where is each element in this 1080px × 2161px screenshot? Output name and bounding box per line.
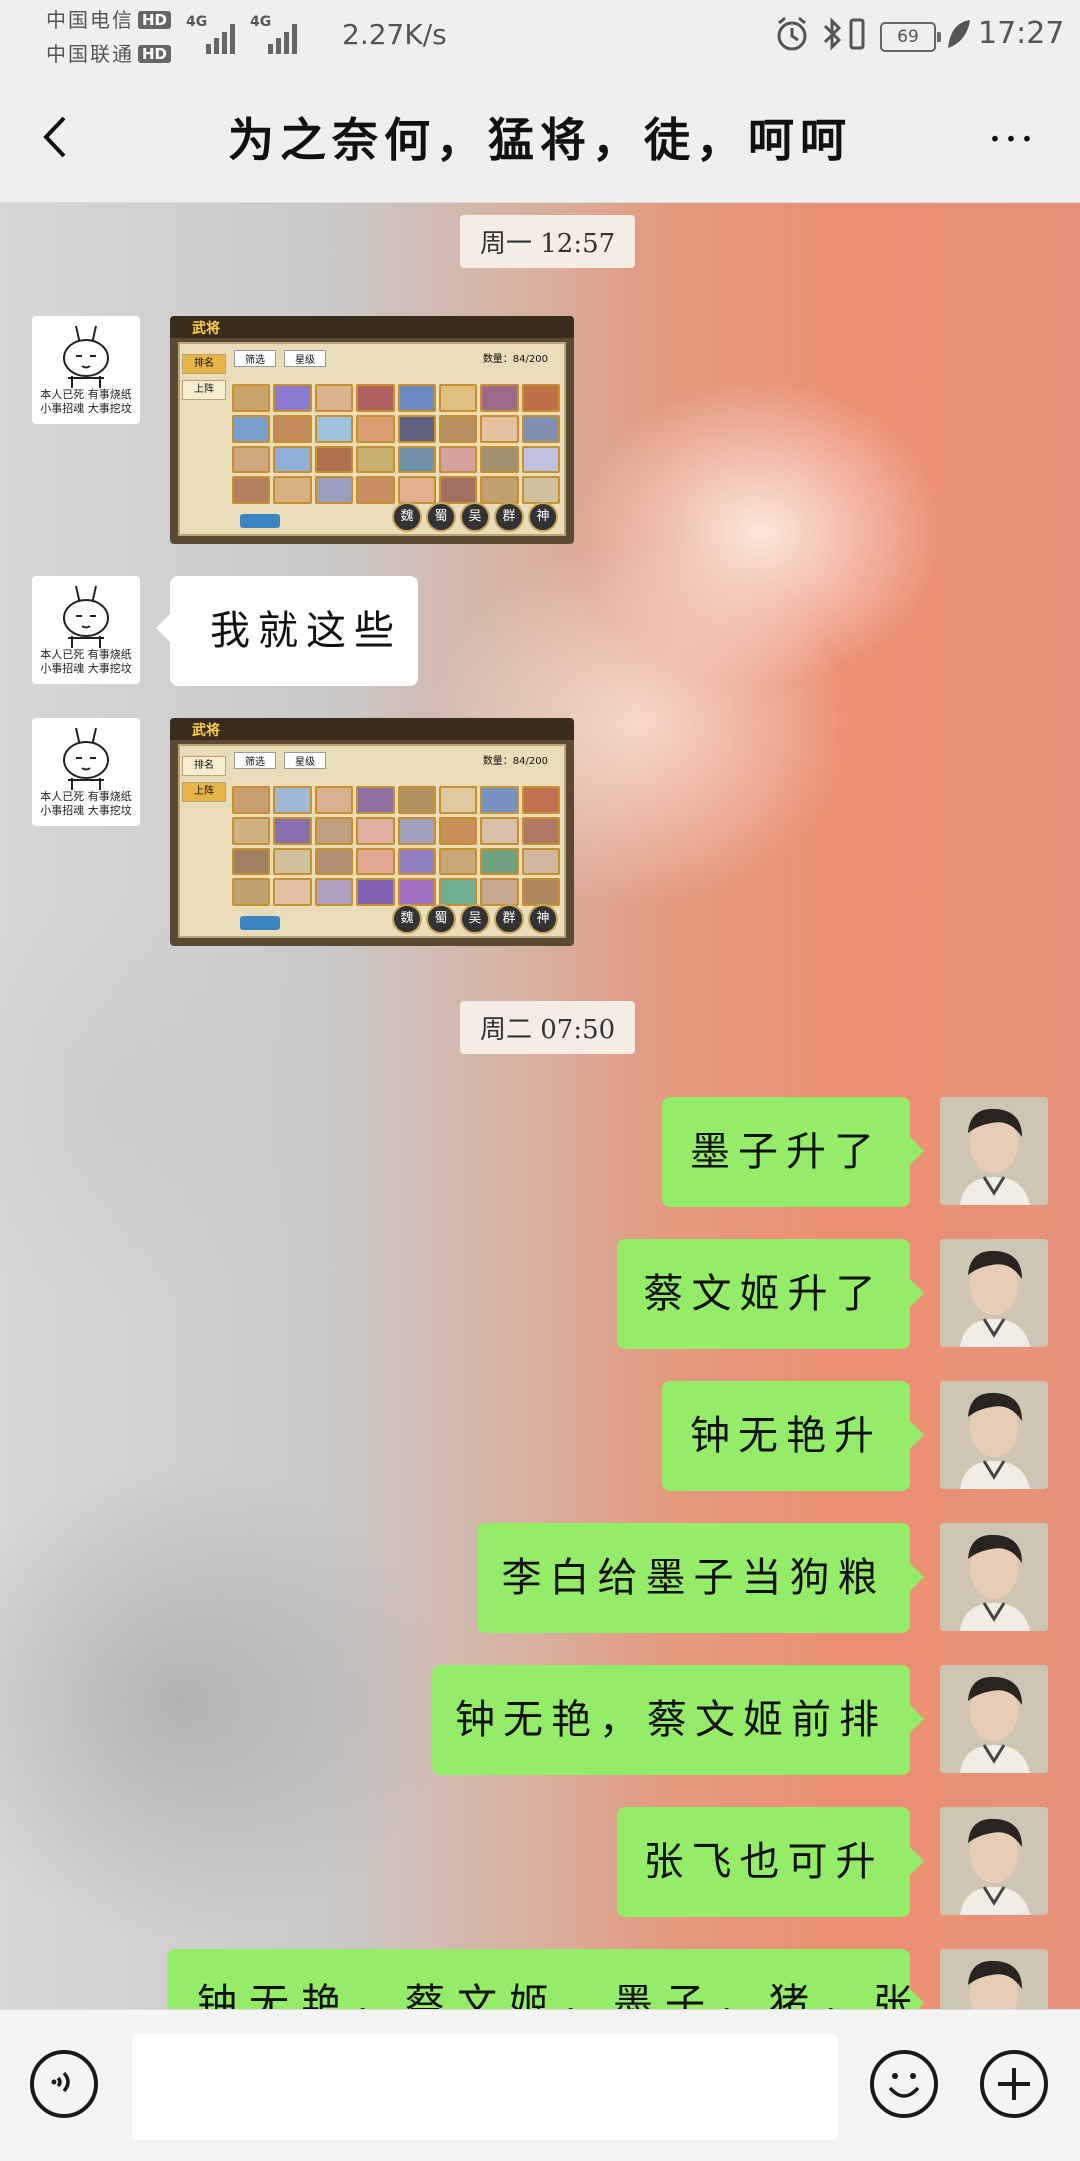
contact-avatar[interactable]: 本人已死 有事烧纸 小事招魂 大事挖坟 [32,576,140,684]
vibrate-icon [849,18,865,50]
rabbit-avatar-icon [63,727,109,790]
bluetooth-icon [823,17,842,51]
message-list[interactable]: 周一 12:57 本人已死 有事烧纸 小事招魂 大事挖坟 武将 排名 上阵 筛选 星级… [0,203,1080,2009]
game-filters: 筛选 星级 [234,752,334,769]
person-avatar-icon [940,1523,1048,1631]
message-bubble-outgoing[interactable]: 钟无艳，蔡文姬前排 [432,1665,924,1775]
battery-indicator: 69 [880,22,941,52]
person-avatar-icon [940,1949,1048,2009]
image-message[interactable]: 武将 排名上阵 筛选 星级 数量：84/200 魏蜀吴群神 [170,718,574,946]
message-bubble-outgoing[interactable]: 钟无艳，蔡文姬，墨子，猪，张 [167,1949,924,2009]
avatar-caption: 小事招魂 大事挖坟 [40,804,132,817]
avatar-caption: 本人已死 有事烧纸 [40,388,132,401]
my-avatar[interactable] [940,1097,1048,1205]
plus-icon [998,2068,1030,2100]
network-label-1: 4G [186,14,208,30]
avatar-caption: 本人已死 有事烧纸 [40,648,132,661]
message-bubble-outgoing[interactable]: 张飞也可升 [617,1807,924,1917]
hero-grid [232,384,560,504]
game-screen-title: 武将 [192,321,220,337]
contact-avatar[interactable]: 本人已死 有事烧纸 小事招魂 大事挖坟 [32,316,140,424]
my-avatar[interactable] [940,1665,1048,1773]
person-avatar-icon [940,1807,1048,1915]
message-input[interactable] [132,2034,838,2140]
message-bubble-outgoing[interactable]: 李白给墨子当狗粮 [477,1523,924,1633]
game-filters: 筛选 星级 [234,350,334,367]
my-avatar[interactable] [940,1381,1048,1489]
hd-badge: HD [138,45,172,63]
alarm-icon [777,16,807,51]
plus-button[interactable] [980,2050,1048,2118]
chat-title: 为之奈何，猛将，徒，呵呵 [228,113,852,167]
person-avatar-icon [940,1239,1048,1347]
timestamp: 周二 07:50 [460,1001,636,1054]
more-options-icon[interactable]: ··· [988,118,1036,162]
faction-tabs: 魏蜀吴群神 [392,904,558,934]
rabbit-avatar-icon [63,585,109,648]
rabbit-avatar-icon [63,325,109,388]
game-hero-count: 数量：84/200 [482,756,548,767]
carrier-1: 中国电信 HD [46,4,172,33]
timestamp: 周一 12:57 [460,215,636,268]
person-avatar-icon [940,1381,1048,1489]
person-avatar-icon [940,1665,1048,1773]
game-button [240,916,280,930]
my-avatar[interactable] [940,1239,1048,1347]
emoji-icon [888,2073,920,2098]
game-side-button: 上阵 [182,380,226,400]
chat-header: 为之奈何，猛将，徒，呵呵 ··· [0,72,1080,203]
game-side-button: 上阵 [182,782,226,802]
hero-grid [232,786,560,906]
message-bubble-outgoing[interactable]: 钟无艳升 [662,1381,924,1491]
signal-icon [268,20,297,54]
status-bar: 中国电信 HD 中国联通 HD 4G 4G 2.27K/s 69 17:27 [0,0,1080,72]
voice-button[interactable] [30,2050,98,2118]
avatar-caption: 小事招魂 大事挖坟 [40,402,132,415]
emoji-button[interactable] [870,2050,938,2118]
game-screen-title: 武将 [192,723,220,739]
signal-icon [206,20,235,54]
message-bubble-outgoing[interactable]: 墨子升了 [662,1097,924,1207]
person-avatar-icon [940,1097,1048,1205]
avatar-caption: 小事招魂 大事挖坟 [40,662,132,675]
clock: 17:27 [978,16,1065,51]
game-button [240,514,280,528]
my-avatar[interactable] [940,1807,1048,1915]
contact-avatar[interactable]: 本人已死 有事烧纸 小事招魂 大事挖坟 [32,718,140,826]
input-bar [0,2009,1080,2161]
faction-tabs: 魏蜀吴群神 [392,502,558,532]
game-hero-count: 数量：84/200 [482,354,548,365]
carrier-2: 中国联通 HD [46,38,172,67]
my-avatar[interactable] [940,1523,1048,1631]
my-avatar[interactable] [940,1949,1048,2009]
message-bubble-incoming[interactable]: 我就这些 [156,576,418,686]
avatar-caption: 本人已死 有事烧纸 [40,790,132,803]
hd-badge: HD [138,11,172,29]
message-bubble-outgoing[interactable]: 蔡文姬升了 [617,1239,924,1349]
leaf-icon [948,20,970,48]
game-side-button: 排名 [182,354,226,374]
network-speed: 2.27K/s [342,18,447,51]
game-side-button: 排名 [182,756,226,776]
image-message[interactable]: 武将 排名上阵 筛选 星级 数量：84/200 魏蜀吴群神 [170,316,574,544]
voice-icon [51,2071,70,2093]
